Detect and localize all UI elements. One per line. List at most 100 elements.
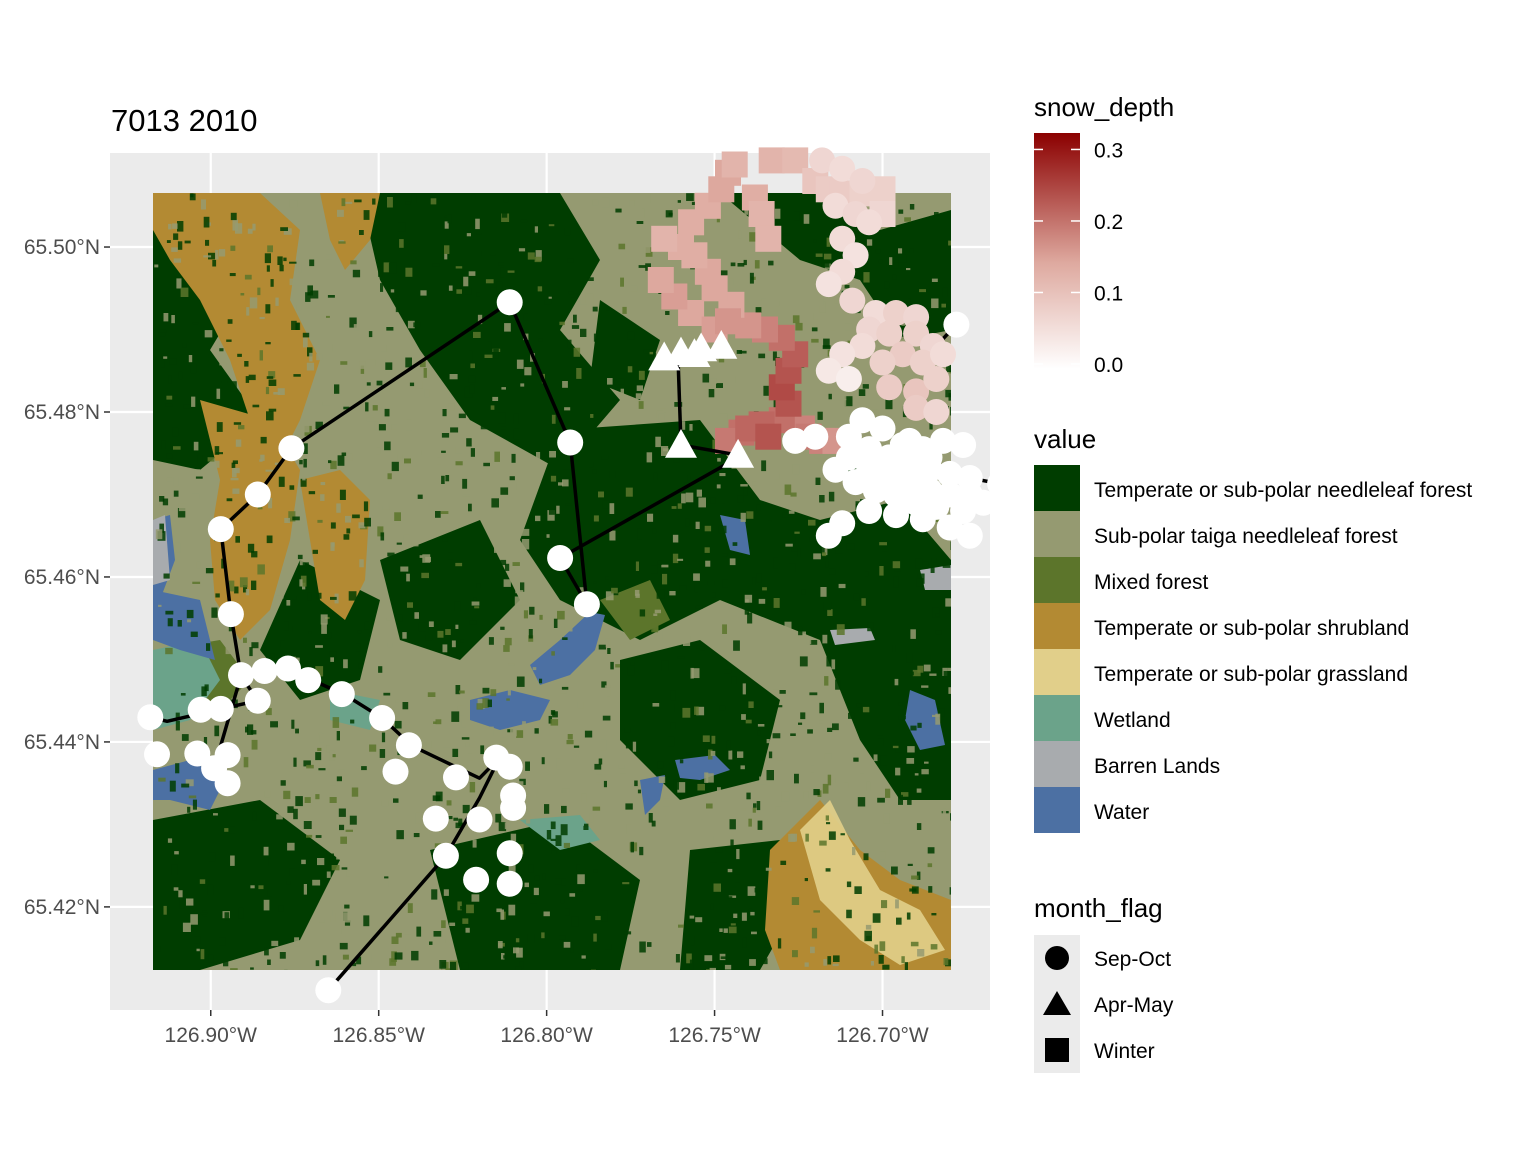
raster-cell (192, 799, 197, 810)
raster-cell (794, 773, 799, 784)
raster-cell (602, 715, 611, 721)
raster-cell (809, 692, 818, 696)
raster-cell (509, 476, 515, 481)
raster-cell (460, 639, 464, 643)
winter-point (715, 308, 741, 335)
raster-cell (551, 414, 556, 424)
raster-cell (411, 950, 419, 961)
raster-cell (844, 284, 851, 289)
raster-cell (207, 742, 212, 747)
raster-cell (265, 304, 271, 314)
raster-cell (437, 457, 442, 465)
raster-cell (678, 924, 684, 928)
raster-cell (622, 882, 630, 885)
raster-cell (823, 601, 832, 611)
raster-cell (204, 469, 209, 474)
raster-cell (391, 424, 397, 430)
raster-cell (266, 265, 270, 272)
raster-cell (610, 661, 614, 670)
raster-cell (663, 798, 669, 807)
raster-cell (201, 686, 207, 696)
raster-cell (173, 887, 179, 891)
raster-cell (338, 769, 345, 773)
raster-cell (827, 774, 832, 786)
raster-cell (637, 528, 643, 540)
raster-cell (686, 752, 694, 755)
raster-cell (543, 911, 550, 917)
raster-cell (345, 829, 353, 832)
raster-cell (651, 820, 656, 827)
raster-cell (867, 622, 874, 632)
raster-cell (710, 497, 716, 504)
raster-cell (235, 439, 242, 447)
raster-cell (757, 820, 763, 830)
raster-cell (309, 352, 313, 362)
raster-cell (704, 955, 713, 962)
raster-cell (259, 350, 263, 361)
raster-cell (653, 472, 658, 480)
raster-cell (508, 482, 517, 490)
raster-cell (339, 824, 345, 831)
raster-cell (598, 644, 606, 650)
raster-cell (523, 847, 529, 858)
raster-cell (332, 754, 336, 758)
raster-cell (378, 266, 383, 277)
raster-cell (943, 688, 948, 699)
raster-cell (444, 215, 448, 218)
raster-cell (394, 512, 401, 521)
raster-cell (792, 950, 798, 958)
raster-cell (750, 911, 755, 916)
raster-cell (421, 572, 429, 579)
raster-cell (490, 689, 497, 697)
raster-cell (788, 510, 795, 514)
raster-cell (823, 338, 830, 348)
raster-cell (539, 678, 543, 684)
raster-cell (166, 453, 173, 459)
raster-cell (178, 503, 187, 512)
raster-cell (496, 281, 503, 292)
raster-cell (637, 789, 641, 794)
sep-oct-point (869, 349, 896, 376)
raster-cell (307, 592, 312, 601)
sep-oct-point (369, 705, 396, 731)
raster-cell (455, 562, 463, 567)
raster-cell (593, 933, 597, 942)
raster-cell (562, 788, 570, 793)
raster-cell (638, 401, 644, 409)
raster-cell (451, 711, 460, 722)
raster-cell (175, 720, 180, 731)
raster-cell (327, 910, 333, 916)
raster-cell (730, 262, 736, 267)
raster-cell (930, 944, 938, 950)
raster-cell (677, 558, 684, 561)
raster-cell (751, 931, 757, 935)
raster-cell (459, 690, 465, 694)
land-cover-label: Temperate or sub-polar needleleaf forest (1094, 479, 1472, 502)
raster-cell (503, 645, 510, 652)
raster-cell (571, 916, 579, 927)
raster-cell (658, 413, 665, 423)
raster-cell (562, 381, 568, 388)
raster-cell (785, 543, 793, 547)
raster-cell (516, 359, 524, 369)
raster-cell (898, 716, 906, 720)
raster-cell (706, 803, 713, 809)
raster-cell (689, 331, 694, 334)
month-flag-legend: month_flag Sep-Oct Apr-May Winter (1034, 893, 1174, 1073)
raster-cell (775, 300, 780, 307)
raster-cell (475, 218, 480, 230)
raster-cell (267, 959, 271, 965)
raster-cell (319, 733, 324, 743)
raster-cell (387, 643, 393, 648)
raster-cell (215, 593, 220, 598)
raster-cell (455, 266, 463, 269)
raster-cell (864, 930, 872, 942)
raster-cell (934, 212, 939, 216)
raster-cell (383, 692, 391, 696)
raster-cell (909, 248, 914, 254)
raster-cell (455, 446, 462, 454)
raster-cell (471, 894, 480, 902)
raster-cell (592, 469, 597, 474)
raster-cell (542, 873, 546, 880)
raster-cell (570, 293, 578, 298)
